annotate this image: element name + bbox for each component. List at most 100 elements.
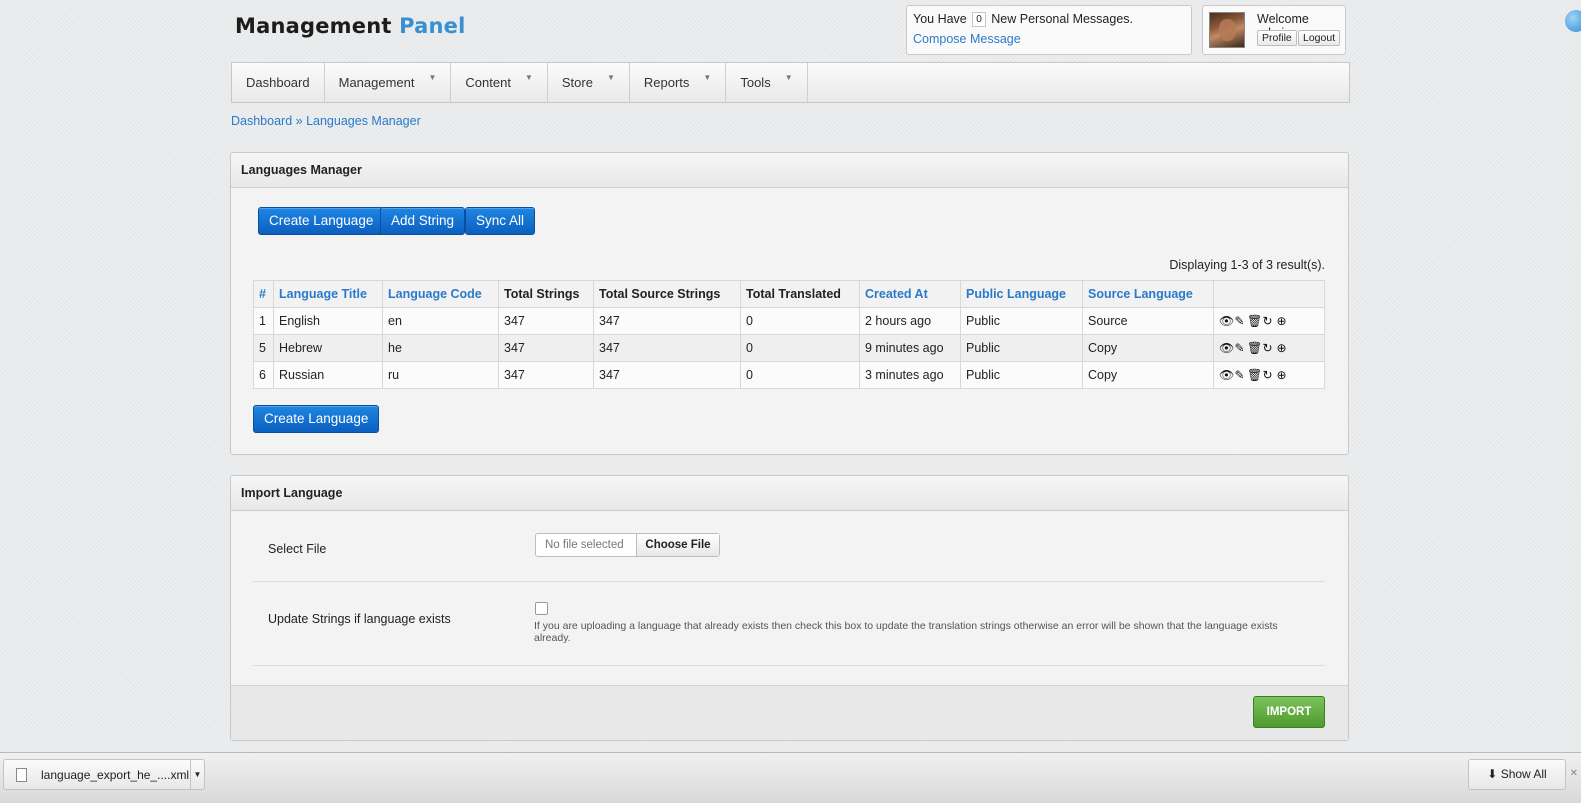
edit-icon[interactable]: ✎ bbox=[1233, 341, 1246, 355]
col-language-code[interactable]: Language Code bbox=[382, 280, 499, 308]
add-string-button[interactable]: Add String bbox=[380, 207, 466, 235]
nav-label: Tools bbox=[740, 75, 771, 90]
create-language-bottom-button[interactable]: Create Language bbox=[253, 405, 380, 433]
cell-created: 9 minutes ago bbox=[859, 334, 961, 362]
cell-actions: 👁 ✎ 🗑 ↻ ⊕ bbox=[1213, 361, 1325, 389]
view-icon[interactable]: 👁 bbox=[1219, 341, 1234, 355]
table-row: 1 English en 347 347 0 2 hours ago Publi… bbox=[253, 307, 1325, 335]
cell-created: 3 minutes ago bbox=[859, 361, 961, 389]
col-actions bbox=[1213, 280, 1325, 308]
download-item[interactable]: language_export_he_....xml ▼ bbox=[3, 759, 205, 790]
nav-tools[interactable]: Tools ▼ bbox=[726, 63, 808, 102]
file-input[interactable]: No file selected Choose File bbox=[535, 533, 720, 557]
panel-title: Import Language bbox=[231, 476, 1348, 511]
cell-total-source: 347 bbox=[593, 307, 741, 335]
cell-source: Copy bbox=[1082, 334, 1214, 362]
logout-button[interactable]: Logout bbox=[1298, 30, 1341, 46]
update-strings-row: Update Strings if language exists If you… bbox=[253, 582, 1325, 666]
message-count-badge: 0 bbox=[972, 12, 986, 27]
breadcrumb-dashboard[interactable]: Dashboard bbox=[231, 114, 292, 128]
col-created-at[interactable]: Created At bbox=[859, 280, 961, 308]
cell-title: Hebrew bbox=[273, 334, 383, 362]
show-all-button[interactable]: ⬇ Show All bbox=[1468, 759, 1566, 790]
chevron-down-icon: ▼ bbox=[428, 73, 437, 82]
nav-label: Store bbox=[561, 75, 593, 90]
file-icon bbox=[16, 767, 27, 782]
choose-file-button[interactable]: Choose File bbox=[637, 534, 719, 556]
sync-icon[interactable]: ↻ bbox=[1261, 314, 1274, 328]
import-button[interactable]: IMPORT bbox=[1253, 696, 1325, 728]
cell-source: Copy bbox=[1082, 361, 1214, 389]
avatar[interactable] bbox=[1209, 12, 1245, 48]
nav-label: Management bbox=[338, 75, 415, 90]
app-logo[interactable]: Management Panel bbox=[235, 14, 465, 38]
col-language-title[interactable]: Language Title bbox=[273, 280, 383, 308]
cell-created: 2 hours ago bbox=[859, 307, 961, 335]
nav-label: Reports bbox=[643, 75, 690, 90]
update-strings-help: If you are uploading a language that alr… bbox=[534, 620, 1278, 644]
view-icon[interactable]: 👁 bbox=[1219, 314, 1234, 328]
languages-manager-panel: Languages Manager Create Language Add St… bbox=[230, 152, 1349, 455]
chevron-down-icon: ▼ bbox=[606, 73, 615, 82]
nav-content[interactable]: Content ▼ bbox=[451, 63, 548, 102]
col-total-translated: Total Translated bbox=[740, 280, 860, 308]
nav-store[interactable]: Store ▼ bbox=[548, 63, 630, 102]
export-icon[interactable]: ⊕ bbox=[1275, 368, 1288, 382]
cell-public: Public bbox=[960, 334, 1083, 362]
cell-code: en bbox=[382, 307, 499, 335]
chevron-down-icon: ▼ bbox=[703, 73, 712, 82]
create-language-button[interactable]: Create Language bbox=[258, 207, 385, 235]
results-summary: Displaying 1-3 of 3 result(s). bbox=[1169, 258, 1325, 272]
edit-icon[interactable]: ✎ bbox=[1233, 368, 1246, 382]
table-row: 5 Hebrew he 347 347 0 9 minutes ago Publ… bbox=[253, 334, 1325, 362]
user-box: Welcome admin Profile Logout bbox=[1202, 5, 1346, 55]
chevron-down-icon: ▼ bbox=[784, 73, 793, 82]
cell-public: Public bbox=[960, 307, 1083, 335]
cell-translated: 0 bbox=[740, 334, 860, 362]
extension-icon[interactable] bbox=[1559, 8, 1581, 32]
cell-total-source: 347 bbox=[593, 334, 741, 362]
table-row: 6 Russian ru 347 347 0 3 minutes ago Pub… bbox=[253, 361, 1325, 389]
sync-all-button[interactable]: Sync All bbox=[465, 207, 536, 235]
delete-icon[interactable]: 🗑 bbox=[1247, 341, 1262, 355]
nav-reports[interactable]: Reports ▼ bbox=[630, 63, 727, 102]
view-icon[interactable]: 👁 bbox=[1219, 368, 1234, 382]
import-language-panel: Import Language Select File No file sele… bbox=[230, 475, 1349, 741]
col-total-source-strings: Total Source Strings bbox=[593, 280, 741, 308]
sync-icon[interactable]: ↻ bbox=[1261, 368, 1274, 382]
profile-button[interactable]: Profile bbox=[1257, 30, 1297, 46]
edit-icon[interactable]: ✎ bbox=[1233, 314, 1246, 328]
chevron-down-icon: ▼ bbox=[524, 73, 533, 82]
file-placeholder: No file selected bbox=[536, 534, 637, 556]
cell-code: ru bbox=[382, 361, 499, 389]
update-strings-checkbox[interactable] bbox=[535, 602, 548, 615]
cell-id: 6 bbox=[253, 361, 274, 389]
chevron-down-icon[interactable]: ▼ bbox=[190, 760, 204, 789]
form-footer: IMPORT bbox=[231, 685, 1348, 740]
show-all-label: Show All bbox=[1500, 767, 1547, 781]
export-icon[interactable]: ⊕ bbox=[1275, 314, 1288, 328]
main-nav: Dashboard Management ▼ Content ▼ Store ▼ Re… bbox=[231, 62, 1350, 103]
nav-dashboard[interactable]: Dashboard bbox=[232, 63, 325, 102]
cell-translated: 0 bbox=[740, 361, 860, 389]
cell-total-strings: 347 bbox=[498, 334, 594, 362]
export-icon[interactable]: ⊕ bbox=[1275, 341, 1288, 355]
col-id[interactable]: # bbox=[253, 280, 274, 308]
cell-id: 1 bbox=[253, 307, 274, 335]
delete-icon[interactable]: 🗑 bbox=[1247, 368, 1262, 382]
close-icon[interactable]: ✕ bbox=[1570, 768, 1578, 779]
messages-prefix: You Have bbox=[913, 12, 967, 26]
col-source-language[interactable]: Source Language bbox=[1082, 280, 1214, 308]
logo-text-management: Management bbox=[235, 14, 392, 38]
breadcrumb-current[interactable]: Languages Manager bbox=[306, 114, 421, 128]
nav-management[interactable]: Management ▼ bbox=[325, 63, 452, 102]
logo-text-panel: Panel bbox=[399, 14, 466, 38]
delete-icon[interactable]: 🗑 bbox=[1247, 314, 1262, 328]
messages-suffix: New Personal Messages. bbox=[991, 12, 1134, 26]
compose-message-link[interactable]: Compose Message bbox=[913, 32, 1185, 46]
sync-icon[interactable]: ↻ bbox=[1261, 341, 1274, 355]
breadcrumb-separator: » bbox=[295, 114, 303, 128]
col-public-language[interactable]: Public Language bbox=[960, 280, 1083, 308]
panel-title: Languages Manager bbox=[231, 153, 1348, 188]
nav-label: Content bbox=[465, 75, 511, 90]
